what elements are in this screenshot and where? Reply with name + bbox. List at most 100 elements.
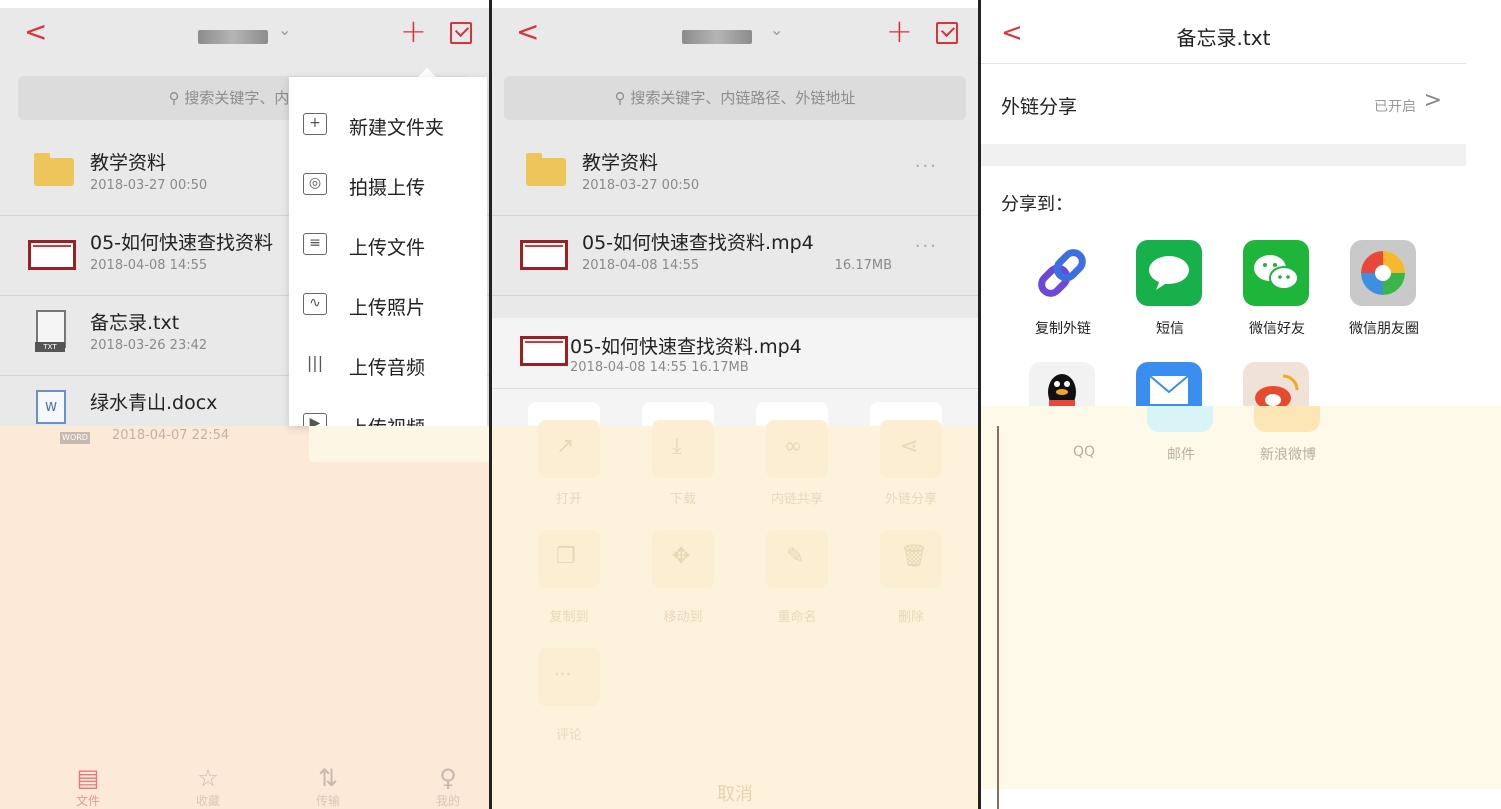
menu-label: 上传文件 — [349, 237, 426, 259]
external-share-row[interactable]: 外链分享 已开启 > — [981, 66, 1466, 144]
share-label: 新浪微博 — [1260, 447, 1316, 463]
back-icon[interactable]: < — [24, 16, 47, 48]
video-file-icon — [520, 336, 568, 366]
add-icon[interactable]: + — [400, 14, 427, 48]
menu-label: 上传音频 — [349, 357, 426, 379]
message-bubble-icon — [1149, 256, 1189, 290]
faded-area — [0, 426, 489, 809]
share-label: 邮件 — [1167, 447, 1195, 463]
file-row-video[interactable]: 05-如何快速查找资料.mp4 2018-04-08 14:55 16.17MB… — [492, 216, 978, 296]
folder-icon — [34, 153, 74, 186]
tab-files[interactable]: ▤ 文件 — [58, 764, 118, 809]
share-label: QQ — [1072, 444, 1096, 460]
share-copy-link[interactable] — [1029, 240, 1095, 306]
menu-label: 上传视频 — [349, 413, 425, 426]
top-strip — [492, 0, 978, 8]
file-date: 2018-03-27 00:50 — [582, 178, 700, 193]
share-label: 短信 — [1156, 321, 1184, 337]
wechat-icon — [1254, 255, 1299, 290]
more-icon[interactable]: ··· — [915, 236, 938, 257]
header: < 备忘录.txt — [981, 8, 1466, 64]
chevron-down-icon[interactable]: ⌄ — [278, 20, 291, 39]
panel-file-list-with-menu: < ⌄ + ⚲ 搜索关键字、内链路 教学资料 2018-03-27 00:50 … — [0, 0, 489, 809]
file-date: 2018-03-27 00:50 — [90, 178, 208, 193]
action-download[interactable]: ⤓ — [652, 420, 714, 478]
page-title: 备忘录.txt — [1176, 26, 1271, 50]
menu-upload-audio[interactable]: ||| 上传音频 — [289, 335, 487, 395]
open-icon: ↗ — [556, 434, 575, 459]
copy-icon: ❐ — [556, 544, 576, 569]
menu-new-folder[interactable]: + 新建文件夹 — [289, 95, 487, 155]
folder-icon — [526, 153, 566, 186]
chevron-right-icon: > — [1423, 88, 1442, 113]
share-sms[interactable] — [1136, 240, 1202, 306]
tab-label: 我的 — [435, 794, 460, 808]
action-sheet: 05-如何快速查找资料.mp4 2018-04-08 14:55 16.17MB — [492, 318, 978, 432]
select-icon[interactable] — [936, 22, 958, 44]
weibo-icon — [1255, 374, 1299, 406]
chain-link-icon — [1038, 249, 1086, 297]
action-share-internal[interactable]: ∞ — [766, 420, 828, 478]
action-label: 移动到 — [663, 610, 703, 625]
transfer-icon: ⇅ — [317, 764, 339, 792]
link-icon: ∞ — [784, 434, 803, 459]
video-file-icon — [28, 240, 76, 270]
file-row-folder[interactable]: 教学资料 2018-03-27 00:50 ··· — [492, 136, 978, 216]
folder-title-blurred[interactable] — [682, 30, 752, 44]
tab-mine[interactable]: ♀ 我的 — [418, 764, 478, 809]
panel-share: < 备忘录.txt 外链分享 已开启 > 分享到： 复制外链 短信 微信好友 微… — [981, 0, 1501, 809]
txt-file-icon: TXT — [35, 310, 66, 352]
more-icon[interactable]: ··· — [915, 156, 938, 177]
share-wechat-moments[interactable] — [1350, 240, 1416, 306]
action-move-to[interactable]: ✥ — [652, 530, 714, 588]
search-icon: ⚲ — [614, 89, 631, 107]
comment-icon: ··· — [554, 664, 572, 685]
envelope-icon — [1149, 375, 1189, 404]
star-icon: ☆ — [197, 764, 219, 792]
back-icon[interactable]: < — [516, 16, 539, 48]
menu-camera-upload[interactable]: ◎ 拍摄上传 — [289, 155, 487, 215]
cancel-button[interactable]: 取消 — [492, 780, 978, 806]
camera-icon: ◎ — [303, 173, 327, 195]
action-comment[interactable]: ··· — [538, 648, 600, 706]
tab-bar: ▤ 文件 ☆ 收藏 ⇅ 传输 ♀ 我的 — [28, 756, 489, 809]
folder-title-blurred[interactable] — [198, 30, 268, 44]
file-date: 2018-04-08 14:55 — [90, 258, 208, 273]
share-weibo[interactable] — [1243, 362, 1309, 406]
sheet-file-name: 05-如何快速查找资料.mp4 — [570, 336, 802, 358]
divider — [492, 388, 978, 389]
menu-upload-video[interactable]: ▶ 上传视频 — [289, 395, 487, 426]
file-date: 2018-03-26 23:42 — [90, 338, 208, 353]
add-icon[interactable]: + — [886, 14, 913, 48]
share-email[interactable] — [1136, 362, 1202, 406]
file-size: 16.17MB — [834, 258, 892, 273]
new-folder-icon: + — [303, 113, 327, 135]
action-rename[interactable]: ✎ — [766, 530, 828, 588]
menu-upload-photo[interactable]: ∿ 上传照片 — [289, 275, 487, 335]
share-wechat-friend[interactable] — [1243, 240, 1309, 306]
file-name: 绿水青山.docx — [90, 392, 218, 414]
tab-transfer[interactable]: ⇅ 传输 — [298, 764, 358, 809]
tab-label: 传输 — [315, 794, 340, 808]
weibo-icon-faded — [1254, 406, 1320, 432]
external-share-label: 外链分享 — [1001, 96, 1078, 118]
file-name: 教学资料 — [582, 152, 659, 174]
share-label: 微信好友 — [1249, 321, 1305, 337]
tab-favorites[interactable]: ☆ 收藏 — [178, 764, 238, 809]
action-label: 外链分享 — [884, 492, 937, 507]
chevron-down-icon[interactable]: ⌄ — [770, 20, 783, 39]
tab-label: 文件 — [75, 794, 100, 808]
menu-label: 新建文件夹 — [349, 117, 445, 139]
menu-faded-bottom — [309, 426, 489, 462]
search-input[interactable]: ⚲ 搜索关键字、内链路径、外链地址 — [504, 76, 966, 120]
action-delete[interactable]: 🗑 — [880, 530, 942, 588]
action-share-external[interactable]: ⋖ — [880, 420, 942, 478]
word-tag: WORD — [60, 432, 90, 444]
action-open[interactable]: ↗ — [538, 420, 600, 478]
menu-upload-file[interactable]: ≡ 上传文件 — [289, 215, 487, 275]
action-copy-to[interactable]: ❐ — [538, 530, 600, 588]
select-icon[interactable] — [450, 22, 472, 44]
root: < ⌄ + ⚲ 搜索关键字、内链路 教学资料 2018-03-27 00:50 … — [0, 0, 1501, 809]
pencil-icon: ✎ — [786, 544, 805, 569]
share-qq[interactable] — [1029, 362, 1095, 406]
